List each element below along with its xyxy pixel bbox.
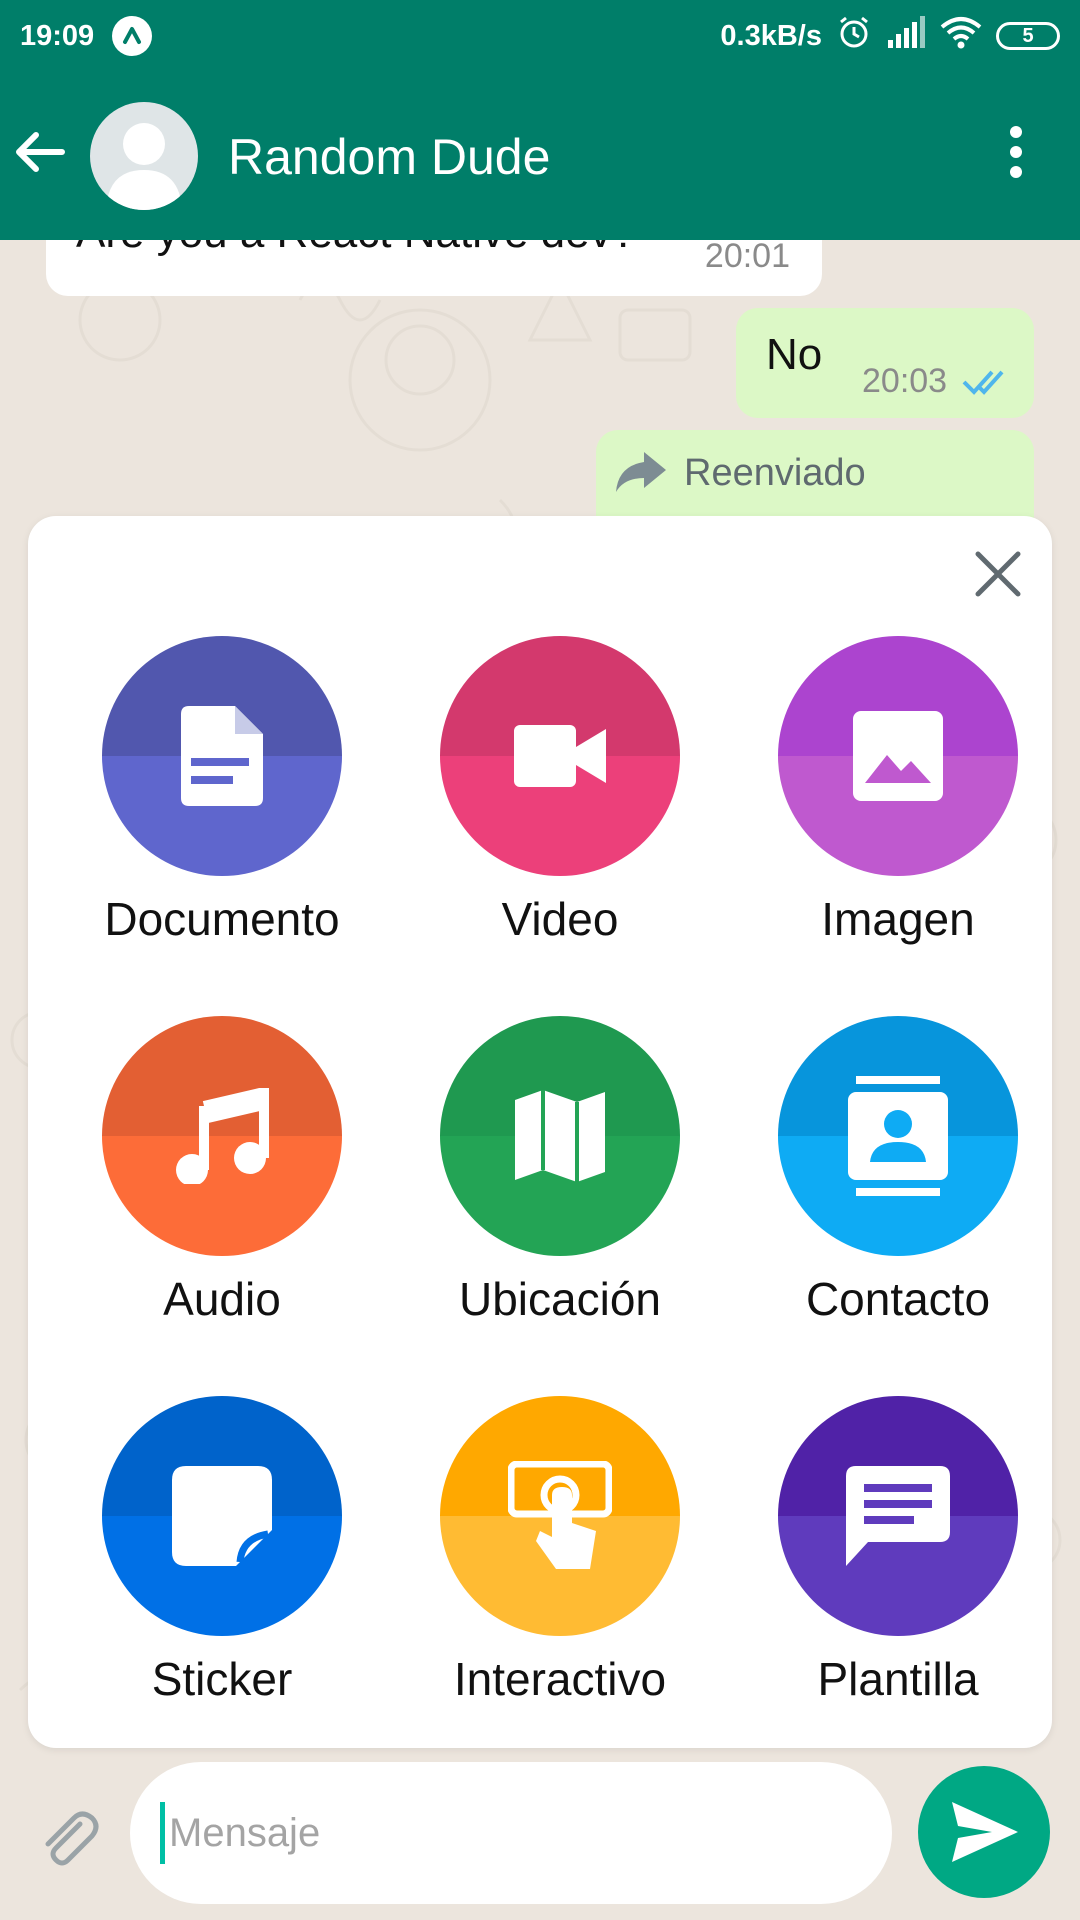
music-note-icon <box>102 1016 342 1256</box>
avatar[interactable] <box>90 102 198 210</box>
attach-option-label: Interactivo <box>453 1653 667 1705</box>
attach-option-interactivo[interactable]: Interactivo <box>390 1376 730 1706</box>
attach-option-imagen[interactable]: Imagen <box>728 616 1068 946</box>
attach-option-ubicacion[interactable]: Ubicación <box>390 996 730 1326</box>
message-text: No <box>766 330 823 379</box>
forwarded-label: Reenviado <box>684 452 866 494</box>
close-icon[interactable] <box>970 546 1026 602</box>
status-indicators: 0.3kB/s 5 <box>720 14 1060 58</box>
attach-option-label: Video <box>501 893 619 945</box>
attachment-sheet: Documento Video Imagen Audio Ubicación C… <box>28 516 1052 1748</box>
back-arrow-icon[interactable] <box>10 122 70 182</box>
attach-option-label: Audio <box>163 1273 281 1325</box>
message-input-container[interactable] <box>130 1762 892 1904</box>
attach-option-documento[interactable]: Documento <box>52 616 392 946</box>
attach-option-label: Documento <box>104 893 340 945</box>
attach-option-audio[interactable]: Audio <box>52 996 392 1326</box>
message-bubble-outgoing[interactable]: No 20:03 <box>736 308 1034 418</box>
touch-icon <box>440 1396 680 1636</box>
double-check-icon <box>962 370 1004 395</box>
attach-option-contacto[interactable]: Contacto <box>728 996 1068 1326</box>
attach-option-sticker[interactable]: Sticker <box>52 1376 392 1706</box>
attach-option-label: Imagen <box>821 893 975 945</box>
attach-option-label: Ubicación <box>459 1273 661 1325</box>
attach-option-label: Sticker <box>151 1653 293 1705</box>
attach-option-label: Contacto <box>805 1273 991 1325</box>
map-icon <box>440 1016 680 1256</box>
message-input[interactable] <box>160 1802 840 1864</box>
status-time: 19:09 <box>20 19 95 52</box>
message-time: 20:03 <box>862 362 948 400</box>
paperclip-icon[interactable] <box>36 1806 100 1870</box>
forward-icon <box>616 452 666 492</box>
contact-name[interactable]: Random Dude <box>228 128 550 186</box>
alarm-icon <box>836 14 872 58</box>
message-time: 20:01 <box>704 240 790 275</box>
wifi-icon <box>940 15 982 57</box>
document-icon <box>102 636 342 876</box>
chat-header: Random Dude <box>0 72 1080 240</box>
send-icon <box>952 1802 1018 1862</box>
chat-template-icon <box>778 1396 1018 1636</box>
battery-level: 5 <box>1022 24 1034 47</box>
signal-icon <box>886 16 926 56</box>
message-bubble-incoming[interactable]: Are you a React Native dev? 20:01 <box>46 240 822 296</box>
image-icon <box>778 636 1018 876</box>
video-camera-icon <box>440 636 680 876</box>
message-text: Are you a React Native dev? <box>76 240 636 258</box>
contact-card-icon <box>778 1016 1018 1256</box>
attach-option-video[interactable]: Video <box>390 616 730 946</box>
battery-icon: 5 <box>996 22 1060 50</box>
arrow-up-icon <box>112 16 153 56</box>
more-vert-icon[interactable] <box>992 122 1040 182</box>
send-button[interactable] <box>918 1766 1050 1898</box>
attach-option-plantilla[interactable]: Plantilla <box>728 1376 1068 1706</box>
attach-option-label: Plantilla <box>817 1653 979 1705</box>
status-bar: 19:09 0.3kB/s 5 <box>0 0 1080 72</box>
network-speed: 0.3kB/s <box>720 19 822 52</box>
sticker-icon <box>102 1396 342 1636</box>
